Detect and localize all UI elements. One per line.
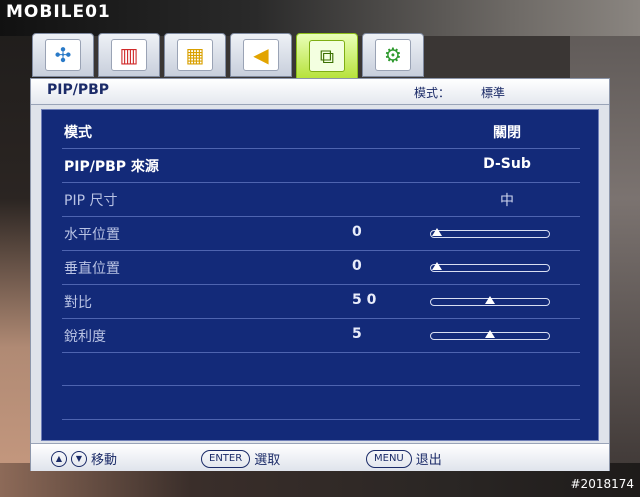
h-position-slider bbox=[430, 228, 550, 238]
mode-label: 模式： bbox=[414, 86, 451, 100]
slider-thumb bbox=[432, 228, 442, 236]
mode-value: 標準 bbox=[481, 86, 506, 100]
tab-glyph: ▥ bbox=[119, 43, 139, 67]
setting-number: 0 bbox=[352, 258, 362, 274]
setting-label: 銳利度 bbox=[64, 329, 106, 345]
slider-thumb bbox=[432, 262, 442, 270]
hint-exit-label: 退出 bbox=[415, 453, 442, 468]
setting-row-mode[interactable]: 模式 關閉 bbox=[62, 114, 580, 149]
menu-key-icon: MENU bbox=[366, 449, 412, 468]
photo-id: #2018174 bbox=[570, 477, 635, 491]
tab-glyph: ⧉ bbox=[319, 44, 335, 68]
osd-header: PIP/PBP 模式： 標準 bbox=[31, 79, 609, 105]
setting-row-contrast: 對比 5 0 bbox=[62, 284, 580, 319]
pip-icon: ⧉ bbox=[309, 40, 345, 72]
settings-list: 模式 關閉 PIP/PBP 來源 D-Sub PIP 尺寸 中 水平位置 0 垂… bbox=[41, 109, 599, 441]
speaker-icon: ◀ bbox=[243, 39, 279, 71]
tab-color[interactable]: ▥ bbox=[98, 33, 160, 77]
tab-glyph: ▦ bbox=[185, 43, 205, 67]
picture-settings-icon: ✣ bbox=[45, 39, 81, 71]
osd-tab-strip: ✣ ▥ ▦ ◀ ⧉ ⚙ bbox=[32, 33, 424, 79]
hint-select-label: 選取 bbox=[254, 453, 281, 468]
setting-label: PIP 尺寸 bbox=[64, 193, 118, 209]
setting-label: 水平位置 bbox=[64, 227, 120, 243]
hint-move-label: 移動 bbox=[91, 453, 118, 468]
slider-thumb bbox=[485, 296, 495, 304]
setting-label: PIP/PBP 來源 bbox=[64, 159, 159, 175]
divider bbox=[62, 419, 580, 420]
down-arrow-icon: ▼ bbox=[71, 450, 87, 467]
setting-row-v-position: 垂直位置 0 bbox=[62, 250, 580, 285]
tab-advanced[interactable]: ▦ bbox=[164, 33, 226, 77]
hint-exit: MENU 退出 bbox=[366, 449, 442, 468]
tab-picture[interactable]: ✣ bbox=[32, 33, 94, 77]
osd-menu-panel: PIP/PBP 模式： 標準 模式 關閉 PIP/PBP 來源 D-Sub PI… bbox=[30, 78, 610, 471]
setting-value: D-Sub bbox=[483, 156, 531, 172]
contrast-slider bbox=[430, 296, 550, 306]
advanced-picture-icon: ▦ bbox=[177, 39, 213, 71]
setting-row-source[interactable]: PIP/PBP 來源 D-Sub bbox=[62, 148, 580, 183]
up-arrow-icon: ▲ bbox=[51, 450, 67, 467]
setting-value: 關閉 bbox=[493, 125, 521, 141]
tab-system[interactable]: ⚙ bbox=[362, 33, 424, 77]
setting-label: 模式 bbox=[64, 125, 92, 141]
system-tools-icon: ⚙ bbox=[375, 39, 411, 71]
setting-number: 5 0 bbox=[352, 292, 377, 308]
setting-label: 垂直位置 bbox=[64, 261, 120, 277]
color-bars-icon: ▥ bbox=[111, 39, 147, 71]
setting-label: 對比 bbox=[64, 295, 92, 311]
enter-key-icon: ENTER bbox=[201, 449, 251, 468]
divider bbox=[62, 385, 580, 386]
osd-footer: ▲ ▼ 移動 ENTER 選取 MENU 退出 bbox=[31, 443, 609, 471]
setting-row-pip-size: PIP 尺寸 中 bbox=[62, 182, 580, 217]
setting-row-sharpness: 銳利度 5 bbox=[62, 318, 580, 353]
tab-glyph: ⚙ bbox=[384, 43, 402, 67]
hint-move: ▲ ▼ 移動 bbox=[51, 449, 117, 468]
page-title: PIP/PBP bbox=[47, 82, 110, 98]
slider-thumb bbox=[485, 330, 495, 338]
tab-glyph: ◀ bbox=[253, 43, 269, 67]
v-position-slider bbox=[430, 262, 550, 272]
tab-pip[interactable]: ⧉ bbox=[296, 33, 358, 79]
watermark: MOBILE01 bbox=[6, 2, 111, 22]
setting-value: 中 bbox=[500, 193, 514, 209]
sharpness-slider bbox=[430, 330, 550, 340]
setting-number: 0 bbox=[352, 224, 362, 240]
tab-glyph: ✣ bbox=[54, 43, 72, 67]
setting-number: 5 bbox=[352, 326, 362, 342]
tab-audio[interactable]: ◀ bbox=[230, 33, 292, 77]
hint-select: ENTER 選取 bbox=[201, 449, 280, 468]
setting-row-h-position: 水平位置 0 bbox=[62, 216, 580, 251]
